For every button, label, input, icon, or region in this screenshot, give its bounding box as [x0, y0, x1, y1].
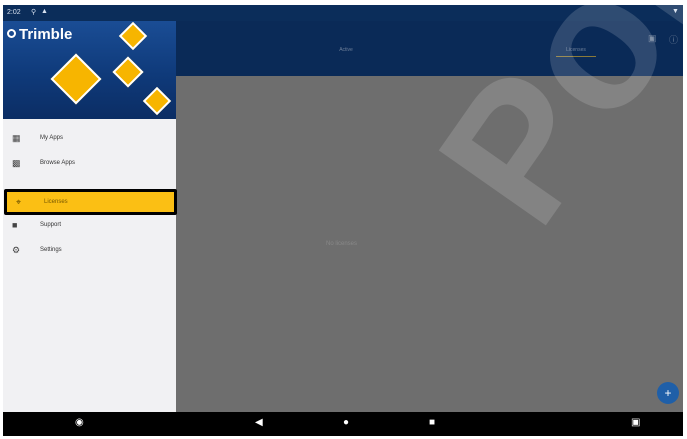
tab-active[interactable]: Active — [296, 47, 396, 53]
add-license-button[interactable]: + — [657, 382, 679, 404]
drawer-item-settings[interactable]: ⚙ Settings — [3, 241, 176, 263]
cloud-icon: ▲ — [41, 8, 48, 15]
drawer-item-label: Support — [40, 222, 62, 228]
trimble-home-icon[interactable]: ◉ — [75, 417, 84, 428]
browse-grid-icon: ▩ — [12, 158, 21, 168]
grid-icon: ▦ — [12, 133, 21, 143]
license-icon: ⌖ — [16, 197, 22, 207]
navigation-drawer: Trimble ▦ My Apps ▩ Browse Apps ⌖ Licens… — [3, 21, 177, 412]
recents-icon[interactable]: ■ — [429, 417, 435, 428]
drawer-item-label: Browse Apps — [40, 160, 76, 166]
tablet-screen: 2:02 ⚲ ▲ ▼ Active Licenses ▣ ⓘ Point No … — [3, 5, 683, 436]
status-time: 2:02 — [7, 9, 21, 16]
license-content: Point No licenses + — [176, 5, 683, 412]
drawer-item-browse-apps[interactable]: ▩ Browse Apps — [3, 154, 176, 176]
drawer-item-my-apps[interactable]: ▦ My Apps — [3, 129, 176, 151]
diamond-graphic-4 — [142, 86, 172, 116]
trimble-logo-icon — [7, 29, 16, 38]
drawer-item-label: Licenses — [44, 199, 68, 205]
support-icon: ■ — [12, 220, 18, 230]
drawer-item-label: My Apps — [40, 135, 64, 141]
back-icon[interactable]: ◀ — [255, 417, 263, 428]
home-icon[interactable]: ● — [343, 417, 349, 428]
diamond-graphic-3 — [112, 56, 144, 88]
drawer-item-label: Settings — [40, 247, 62, 253]
diamond-graphic-2 — [50, 53, 102, 105]
gear-icon: ⚙ — [12, 245, 21, 255]
drawer-header: Trimble — [3, 21, 176, 119]
drawer-item-support[interactable]: ■ Support — [3, 216, 176, 238]
diamond-graphic-1 — [118, 21, 148, 51]
empty-message: No licenses — [326, 241, 358, 247]
drawer-item-licenses[interactable]: ⌖ Licenses — [4, 189, 177, 215]
system-nav-bar: ◉ ◀ ● ■ ▣ — [3, 412, 683, 436]
location-icon: ⚲ — [31, 9, 37, 16]
camera-icon[interactable]: ▣ — [631, 417, 640, 428]
trimble-logo: Trimble — [19, 26, 73, 43]
